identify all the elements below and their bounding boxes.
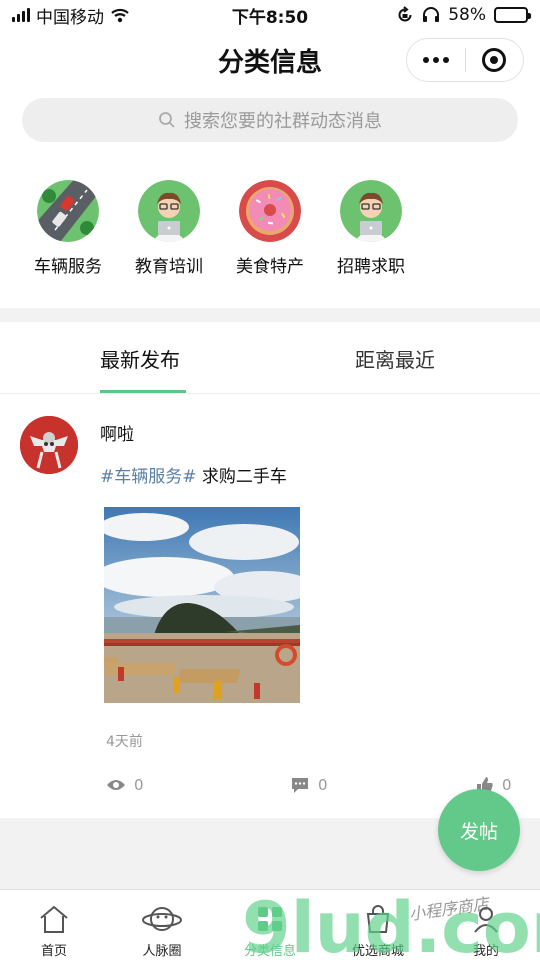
more-menu-button[interactable] xyxy=(407,57,465,63)
post-author[interactable]: 啊啦 xyxy=(100,420,134,445)
category-label: 美食特产 xyxy=(236,257,304,277)
new-post-button[interactable]: 发帖 xyxy=(438,789,520,871)
category-vehicle-service[interactable]: 车辆服务 xyxy=(18,180,118,277)
category-icon xyxy=(258,907,282,931)
category-label: 招聘求职 xyxy=(337,257,405,277)
views-count: 0 xyxy=(134,776,144,794)
carrier-label: 中国移动 xyxy=(36,7,104,28)
search-icon xyxy=(159,112,175,128)
wifi-icon xyxy=(111,8,129,23)
avatar[interactable] xyxy=(20,416,78,474)
signal-icon xyxy=(12,8,30,22)
donut-icon xyxy=(239,180,301,242)
tab-nearest[interactable]: 距离最近 xyxy=(355,344,435,373)
post-tag[interactable]: #车辆服务# xyxy=(100,467,197,487)
category-education-training[interactable]: 教育培训 xyxy=(119,180,219,277)
home-icon xyxy=(40,905,68,933)
bottom-tab-bar: 首页 人脉圈 分类信息 优选商城 我的 xyxy=(0,889,540,960)
tab-network[interactable]: 人脉圈 xyxy=(112,900,212,959)
shop-bag-icon xyxy=(366,905,390,933)
category-food-specialty[interactable]: 美食特产 xyxy=(220,180,320,277)
status-bar: 中国移动 下午8:50 58% xyxy=(0,0,540,30)
post-text: 求购二手车 xyxy=(201,467,287,487)
post-content: #车辆服务# 求购二手车 xyxy=(100,462,287,487)
active-tab-indicator xyxy=(100,390,186,393)
category-grid: 车辆服务 教育培训 美食特产 招聘求职 xyxy=(0,160,540,308)
search-area: 搜索您要的社群动态消息 xyxy=(0,90,540,160)
tab-mine[interactable]: 我的 xyxy=(436,900,536,959)
feed-tabs: 最新发布 距离最近 xyxy=(0,322,540,394)
target-icon xyxy=(482,48,507,72)
teacher-laptop-icon xyxy=(138,180,200,242)
likes-count: 0 xyxy=(502,776,512,794)
tab-label: 我的 xyxy=(472,944,499,959)
tab-label: 人脉圈 xyxy=(142,944,182,959)
tab-mall[interactable]: 优选商城 xyxy=(328,900,428,959)
tab-label: 优选商城 xyxy=(351,944,404,959)
battery-icon xyxy=(494,7,531,23)
tab-classified[interactable]: 分类信息 xyxy=(220,900,320,959)
tab-label: 分类信息 xyxy=(243,944,296,959)
nav-bar: 分类信息 xyxy=(0,30,540,90)
post-card[interactable]: 啊啦 #车辆服务# 求购二手车 4天前 0 0 0 xyxy=(0,394,540,818)
mini-program-capsule xyxy=(406,38,524,82)
user-icon xyxy=(474,907,498,933)
rotation-lock-icon xyxy=(398,6,412,22)
recruiter-laptop-icon xyxy=(340,180,402,242)
post-image[interactable] xyxy=(104,507,300,703)
feed-section: 最新发布 距离最近 啊啦 #车辆服务# 求购二手车 4天前 0 0 0 xyxy=(0,322,540,818)
tab-latest[interactable]: 最新发布 xyxy=(100,344,180,373)
comments-stat[interactable]: 0 xyxy=(290,776,328,794)
comments-count: 0 xyxy=(318,776,328,794)
category-label: 教育培训 xyxy=(135,257,203,277)
category-label: 车辆服务 xyxy=(34,257,102,277)
post-time: 4天前 xyxy=(106,734,143,750)
close-mini-program-button[interactable] xyxy=(466,48,524,72)
headphones-icon xyxy=(423,7,440,22)
tab-home[interactable]: 首页 xyxy=(4,900,104,959)
battery-percent: 58% xyxy=(448,5,486,25)
search-placeholder: 搜索您要的社群动态消息 xyxy=(184,111,382,132)
tab-label: 首页 xyxy=(40,944,67,959)
eye-icon xyxy=(107,780,125,790)
category-recruitment[interactable]: 招聘求职 xyxy=(321,180,421,277)
comment-icon xyxy=(292,778,308,793)
views-stat: 0 xyxy=(106,776,144,794)
car-road-icon xyxy=(37,180,99,242)
planet-icon xyxy=(142,907,182,931)
search-input[interactable]: 搜索您要的社群动态消息 xyxy=(22,98,518,142)
